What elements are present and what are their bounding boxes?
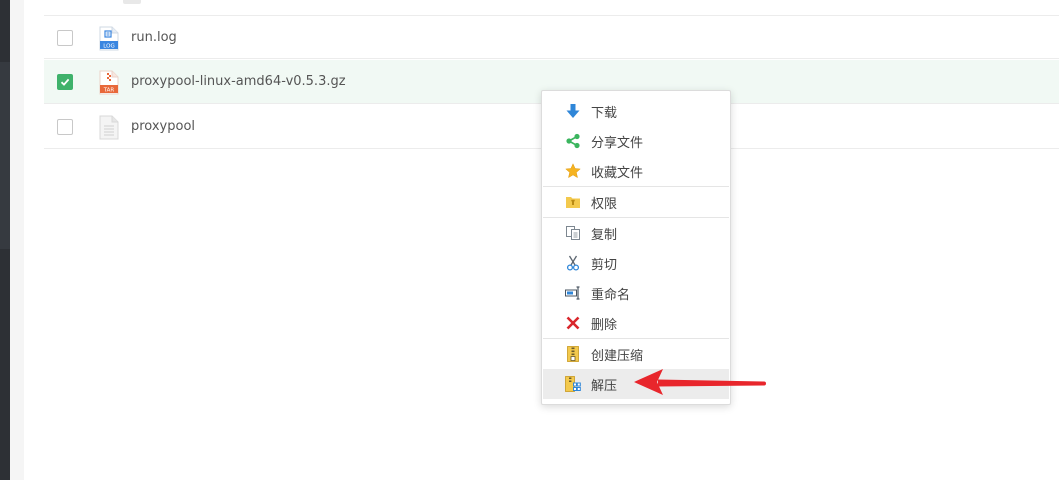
menu-item-cut[interactable]: 剪切 [543, 248, 729, 278]
menu-item-rename[interactable]: 重命名 [543, 278, 729, 308]
menu-item-label: 分享文件 [591, 136, 644, 151]
menu-item-label: 删除 [591, 318, 618, 333]
row-checkbox[interactable] [57, 30, 73, 46]
left-sidebar-edge [0, 0, 10, 480]
menu-item-favorite[interactable]: 收藏文件 [543, 156, 729, 186]
compress-zip-icon [567, 346, 579, 362]
menu-item-label: 剪切 [591, 258, 618, 273]
menu-item-delete[interactable]: 删除 [543, 308, 729, 338]
download-arrow-icon [566, 104, 580, 118]
log-badge-text: LOG [103, 44, 114, 50]
delete-x-icon [566, 316, 580, 330]
permission-folder-icon [566, 197, 580, 208]
menu-item-label: 下载 [591, 106, 618, 121]
copy-icon [566, 226, 580, 240]
extract-zip-icon [565, 376, 581, 392]
file-name[interactable]: proxypool-linux-amd64-v0.5.3.gz [131, 74, 346, 89]
tar-archive-file-icon: TAR [99, 70, 119, 95]
star-icon [565, 163, 581, 179]
menu-item-label: 重命名 [591, 288, 631, 303]
checkmark-icon [60, 78, 70, 86]
scissors-icon [566, 255, 580, 271]
menu-item-label: 解压 [591, 379, 618, 394]
generic-file-icon [99, 115, 119, 140]
file-row[interactable]: LOG run.log [44, 15, 1059, 59]
menu-item-copy[interactable]: 复制 [543, 218, 729, 248]
menu-item-label: 权限 [591, 197, 618, 212]
share-icon [566, 133, 580, 149]
menu-item-label: 复制 [591, 228, 618, 243]
menu-item-download[interactable]: 下载 [543, 96, 729, 126]
menu-item-label: 创建压缩 [591, 349, 644, 364]
menu-item-share[interactable]: 分享文件 [543, 126, 729, 156]
tar-badge-text: TAR [103, 88, 115, 94]
previous-file-icon-stub [123, 0, 141, 4]
context-menu: 下载 分享文件 收藏文件 权限 复制 剪切 重命名 删除 创建压缩 解压 [541, 90, 731, 405]
row-checkbox-checked[interactable] [57, 74, 73, 90]
rename-icon [565, 286, 580, 300]
log-file-icon: LOG [99, 26, 119, 51]
file-name[interactable]: run.log [131, 30, 177, 45]
annotation-arrow-icon [634, 369, 766, 395]
menu-item-label: 收藏文件 [591, 166, 644, 181]
menu-item-permission[interactable]: 权限 [543, 187, 729, 217]
file-name[interactable]: proxypool [131, 119, 195, 134]
menu-item-create-archive[interactable]: 创建压缩 [543, 339, 729, 369]
row-checkbox[interactable] [57, 119, 73, 135]
